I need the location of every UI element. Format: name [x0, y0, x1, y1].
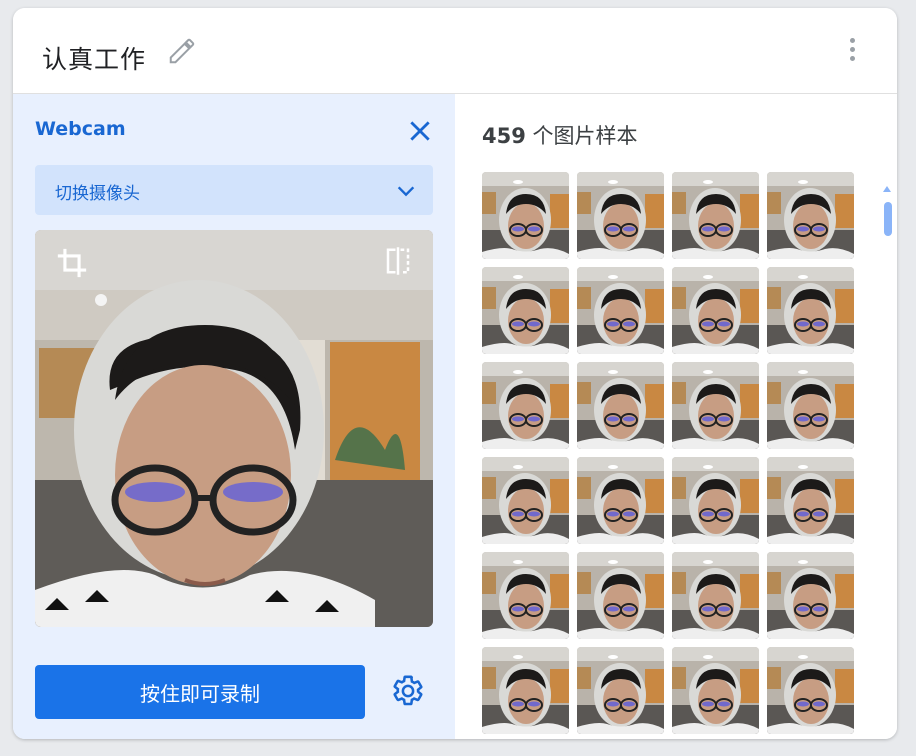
- sample-thumbnail[interactable]: [482, 457, 569, 544]
- sample-thumbnail[interactable]: [577, 647, 664, 734]
- sample-thumbnail[interactable]: [767, 172, 854, 259]
- record-button[interactable]: 按住即可录制: [35, 665, 365, 719]
- crop-icon[interactable]: [55, 246, 89, 280]
- sample-count: 459 个图片样本: [482, 120, 638, 150]
- sample-thumbnail[interactable]: [577, 552, 664, 639]
- class-title[interactable]: 认真工作: [42, 40, 146, 76]
- sample-thumbnail[interactable]: [672, 267, 759, 354]
- more-vert-icon[interactable]: [841, 38, 863, 66]
- sample-thumbnail[interactable]: [577, 267, 664, 354]
- camera-select[interactable]: 切换摄像头: [35, 165, 433, 215]
- chevron-down-icon: [397, 186, 415, 197]
- sample-thumbnail[interactable]: [577, 172, 664, 259]
- sample-count-label: 个图片样本: [525, 124, 638, 148]
- sample-thumbnail[interactable]: [767, 267, 854, 354]
- sample-thumbnail[interactable]: [482, 267, 569, 354]
- sample-thumbnail[interactable]: [767, 552, 854, 639]
- sample-thumbnail[interactable]: [577, 362, 664, 449]
- sample-thumbnail[interactable]: [767, 362, 854, 449]
- gear-icon[interactable]: [391, 674, 425, 708]
- close-icon[interactable]: [407, 118, 433, 144]
- sample-thumbnail[interactable]: [672, 362, 759, 449]
- sample-thumbnail[interactable]: [482, 647, 569, 734]
- samples-panel: 459 个图片样本: [455, 94, 897, 739]
- sample-thumbnail[interactable]: [482, 362, 569, 449]
- card-header: 认真工作: [13, 8, 897, 94]
- sample-thumbnail[interactable]: [577, 457, 664, 544]
- class-card: 认真工作 Webcam 切换摄像头 按住即可录制 459 个图片样本: [13, 8, 897, 739]
- webcam-label: Webcam: [35, 118, 126, 140]
- sample-grid[interactable]: [482, 172, 857, 739]
- edit-icon[interactable]: [167, 36, 197, 66]
- camera-select-value: 切换摄像头: [55, 184, 140, 204]
- webcam-panel: Webcam 切换摄像头 按住即可录制: [13, 94, 455, 739]
- sample-thumbnail[interactable]: [672, 552, 759, 639]
- scrollbar-thumb[interactable]: [884, 202, 892, 236]
- sample-thumbnail[interactable]: [482, 172, 569, 259]
- sample-thumbnail[interactable]: [482, 552, 569, 639]
- sample-count-number: 459: [482, 124, 526, 148]
- sample-thumbnail[interactable]: [672, 172, 759, 259]
- sample-thumbnail[interactable]: [672, 647, 759, 734]
- webcam-image: [35, 230, 433, 627]
- scroll-up-arrow[interactable]: [883, 186, 891, 192]
- sample-thumbnail[interactable]: [767, 457, 854, 544]
- sample-thumbnail[interactable]: [672, 457, 759, 544]
- sample-thumbnail[interactable]: [767, 647, 854, 734]
- webcam-preview: [35, 230, 433, 627]
- flip-icon[interactable]: [383, 244, 413, 278]
